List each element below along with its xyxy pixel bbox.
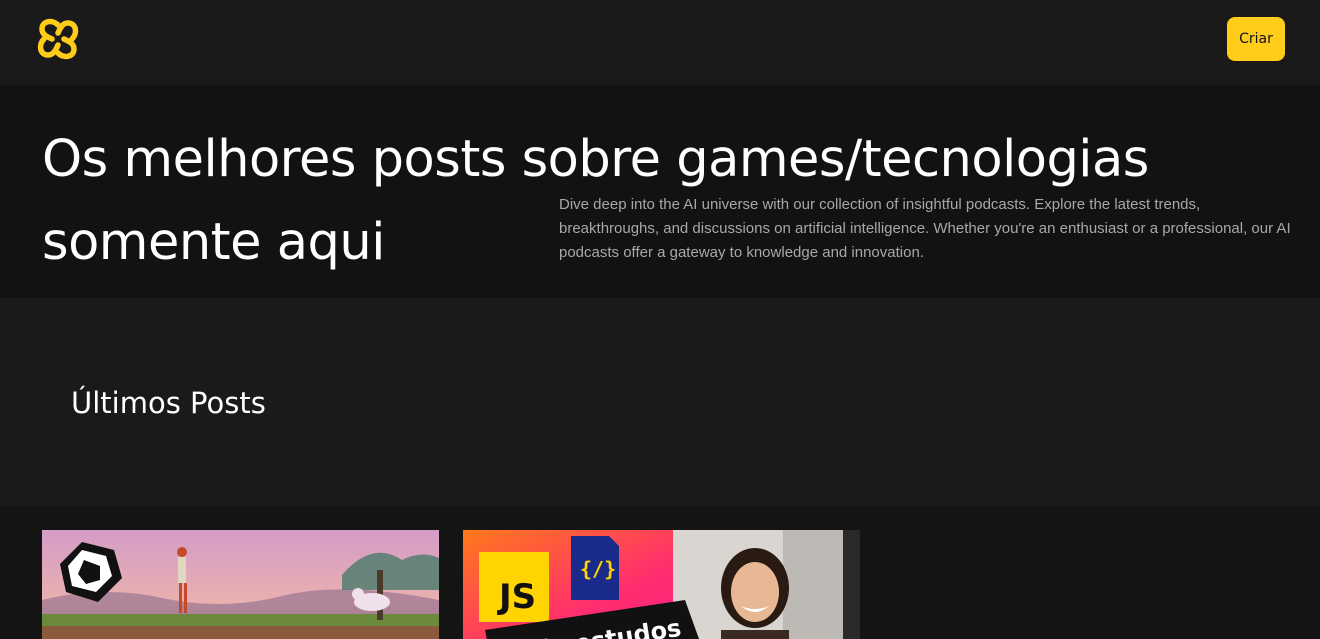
js-study-thumbnail: JS {/} de estudos [463, 530, 860, 639]
svg-text:JS: JS [497, 577, 536, 617]
posts-grid: JS {/} de estudos [0, 506, 1320, 639]
latest-posts-title: Últimos Posts [71, 386, 266, 420]
hero-section: Os melhores posts sobre games/tecnologia… [0, 85, 1320, 298]
top-navbar: Criar [0, 0, 1320, 85]
latest-posts-section: Últimos Posts [0, 298, 1320, 506]
svg-text:{/}: {/} [580, 557, 616, 581]
unity-game-thumbnail [42, 530, 439, 639]
post-card[interactable]: JS {/} de estudos [463, 530, 860, 639]
post-card[interactable] [42, 530, 439, 639]
hero-description: Dive deep into the AI universe with our … [559, 196, 1291, 261]
create-button[interactable]: Criar [1227, 17, 1285, 61]
yellow-knot-logo-icon [37, 18, 79, 60]
